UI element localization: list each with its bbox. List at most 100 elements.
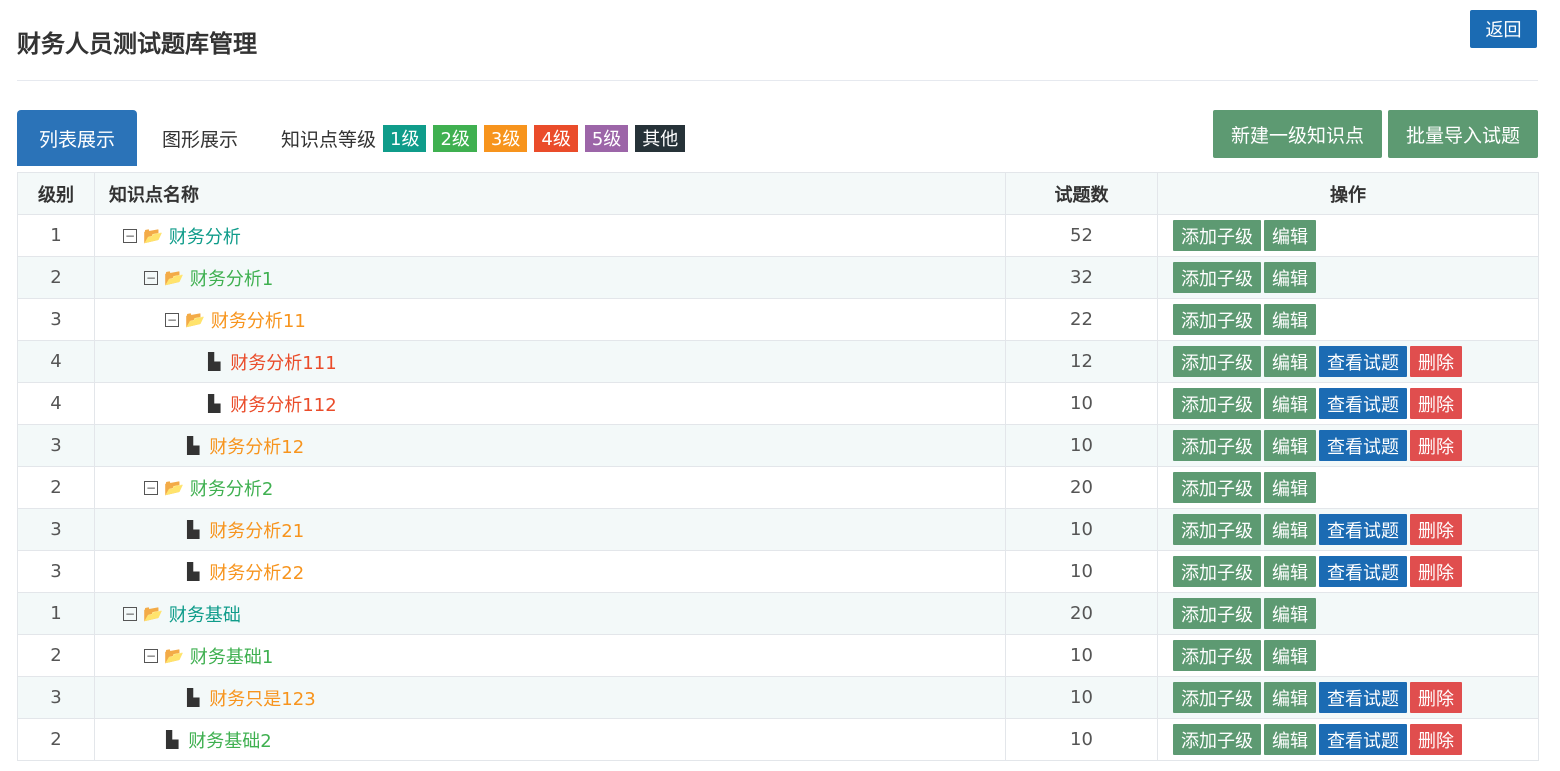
row-name-cell: − 📂 财务分析2 <box>94 466 1006 509</box>
file-icon: ▙ <box>208 394 221 413</box>
table-row: 3 ▙ 财务分析12 10 添加子级 编辑 查看试题 删除 <box>17 424 1539 467</box>
delete-button[interactable]: 删除 <box>1410 514 1462 545</box>
tab-graph-view[interactable]: 图形展示 <box>137 110 263 166</box>
collapse-toggle-icon[interactable]: − <box>165 312 179 327</box>
knowledge-point-name[interactable]: 财务分析21 <box>209 517 304 543</box>
row-name-cell: ▙ 财务基础2 <box>94 718 1006 761</box>
row-count: 52 <box>1005 214 1158 257</box>
add-child-button[interactable]: 添加子级 <box>1173 220 1261 251</box>
row-count: 20 <box>1005 466 1158 509</box>
row-ops-cell: 添加子级 编辑 查看试题 删除 <box>1157 424 1539 467</box>
edit-button[interactable]: 编辑 <box>1264 556 1316 587</box>
view-questions-button[interactable]: 查看试题 <box>1319 346 1407 377</box>
view-questions-button[interactable]: 查看试题 <box>1319 388 1407 419</box>
row-count: 10 <box>1005 508 1158 551</box>
folder-open-icon: 📂 <box>164 478 184 497</box>
level-legend-label: 知识点等级 <box>281 128 377 151</box>
edit-button[interactable]: 编辑 <box>1264 346 1316 377</box>
table-row: 4 ▙ 财务分析111 12 添加子级 编辑 查看试题 删除 <box>17 340 1539 383</box>
row-name-cell: ▙ 财务分析112 <box>94 382 1006 425</box>
add-child-button[interactable]: 添加子级 <box>1173 388 1261 419</box>
add-child-button[interactable]: 添加子级 <box>1173 346 1261 377</box>
add-child-button[interactable]: 添加子级 <box>1173 682 1261 713</box>
view-questions-button[interactable]: 查看试题 <box>1319 724 1407 755</box>
view-questions-button[interactable]: 查看试题 <box>1319 556 1407 587</box>
add-child-button[interactable]: 添加子级 <box>1173 262 1261 293</box>
delete-button[interactable]: 删除 <box>1410 388 1462 419</box>
row-ops-cell: 添加子级 编辑 <box>1157 214 1539 257</box>
knowledge-point-name[interactable]: 财务分析12 <box>209 433 304 459</box>
knowledge-point-name[interactable]: 财务分析112 <box>230 391 336 417</box>
collapse-toggle-icon[interactable]: − <box>144 480 158 495</box>
knowledge-point-name[interactable]: 财务分析1 <box>190 265 273 291</box>
edit-button[interactable]: 编辑 <box>1264 220 1316 251</box>
delete-button[interactable]: 删除 <box>1410 346 1462 377</box>
row-name-cell: − 📂 财务分析11 <box>94 298 1006 341</box>
edit-button[interactable]: 编辑 <box>1264 472 1316 503</box>
add-child-button[interactable]: 添加子级 <box>1173 304 1261 335</box>
folder-open-icon: 📂 <box>143 226 163 245</box>
add-child-button[interactable]: 添加子级 <box>1173 724 1261 755</box>
delete-button[interactable]: 删除 <box>1410 682 1462 713</box>
new-knowledge-point-button[interactable]: 新建一级知识点 <box>1212 110 1382 158</box>
row-count: 12 <box>1005 340 1158 383</box>
level-badge-2: 2级 <box>433 124 477 152</box>
file-icon: ▙ <box>187 688 200 707</box>
knowledge-point-name[interactable]: 财务基础2 <box>188 727 271 753</box>
knowledge-point-name[interactable]: 财务分析2 <box>190 475 273 501</box>
row-level: 2 <box>17 256 95 299</box>
file-icon: ▙ <box>166 730 179 749</box>
knowledge-point-name[interactable]: 财务分析22 <box>209 559 304 585</box>
edit-button[interactable]: 编辑 <box>1264 514 1316 545</box>
table-row: 1− 📂 财务分析 52 添加子级 编辑 <box>17 214 1539 257</box>
page-title: 财务人员测试题库管理 <box>17 30 257 58</box>
delete-button[interactable]: 删除 <box>1410 556 1462 587</box>
table-row: 2− 📂 财务分析2 20 添加子级 编辑 <box>17 466 1539 509</box>
edit-button[interactable]: 编辑 <box>1264 262 1316 293</box>
add-child-button[interactable]: 添加子级 <box>1173 640 1261 671</box>
row-level: 2 <box>17 634 95 677</box>
table-row: 3− 📂 财务分析11 22 添加子级 编辑 <box>17 298 1539 341</box>
edit-button[interactable]: 编辑 <box>1264 598 1316 629</box>
knowledge-point-name[interactable]: 财务只是123 <box>209 685 315 711</box>
folder-open-icon: 📂 <box>185 310 205 329</box>
add-child-button[interactable]: 添加子级 <box>1173 514 1261 545</box>
knowledge-point-name[interactable]: 财务基础 <box>169 601 241 627</box>
row-level: 3 <box>17 424 95 467</box>
row-count: 10 <box>1005 424 1158 467</box>
edit-button[interactable]: 编辑 <box>1264 682 1316 713</box>
collapse-toggle-icon[interactable]: − <box>123 228 137 243</box>
back-button[interactable]: 返回 <box>1470 10 1537 48</box>
collapse-toggle-icon[interactable]: − <box>123 606 137 621</box>
delete-button[interactable]: 删除 <box>1410 724 1462 755</box>
add-child-button[interactable]: 添加子级 <box>1173 430 1261 461</box>
knowledge-point-name[interactable]: 财务分析 <box>169 223 241 249</box>
row-name-cell: ▙ 财务分析21 <box>94 508 1006 551</box>
add-child-button[interactable]: 添加子级 <box>1173 598 1261 629</box>
knowledge-point-name[interactable]: 财务分析11 <box>211 307 306 333</box>
tab-list-view[interactable]: 列表展示 <box>17 110 137 166</box>
view-questions-button[interactable]: 查看试题 <box>1319 682 1407 713</box>
edit-button[interactable]: 编辑 <box>1264 724 1316 755</box>
edit-button[interactable]: 编辑 <box>1264 304 1316 335</box>
edit-button[interactable]: 编辑 <box>1264 388 1316 419</box>
add-child-button[interactable]: 添加子级 <box>1173 556 1261 587</box>
batch-import-button[interactable]: 批量导入试题 <box>1387 110 1538 158</box>
view-questions-button[interactable]: 查看试题 <box>1319 514 1407 545</box>
row-ops-cell: 添加子级 编辑 查看试题 删除 <box>1157 676 1539 719</box>
collapse-toggle-icon[interactable]: − <box>144 270 158 285</box>
row-count: 10 <box>1005 634 1158 677</box>
file-icon: ▙ <box>187 520 200 539</box>
knowledge-point-name[interactable]: 财务分析111 <box>230 349 336 375</box>
view-questions-button[interactable]: 查看试题 <box>1319 430 1407 461</box>
edit-button[interactable]: 编辑 <box>1264 430 1316 461</box>
edit-button[interactable]: 编辑 <box>1264 640 1316 671</box>
delete-button[interactable]: 删除 <box>1410 430 1462 461</box>
row-ops-cell: 添加子级 编辑 <box>1157 592 1539 635</box>
knowledge-point-name[interactable]: 财务基础1 <box>190 643 273 669</box>
table-row: 3 ▙ 财务分析22 10 添加子级 编辑 查看试题 删除 <box>17 550 1539 593</box>
collapse-toggle-icon[interactable]: − <box>144 648 158 663</box>
table-body: 1− 📂 财务分析 52 添加子级 编辑 2− 📂 财务分析1 32 添加子级 编辑 3− 📂 财务分析11… <box>17 214 1539 761</box>
add-child-button[interactable]: 添加子级 <box>1173 472 1261 503</box>
folder-open-icon: 📂 <box>164 268 184 287</box>
